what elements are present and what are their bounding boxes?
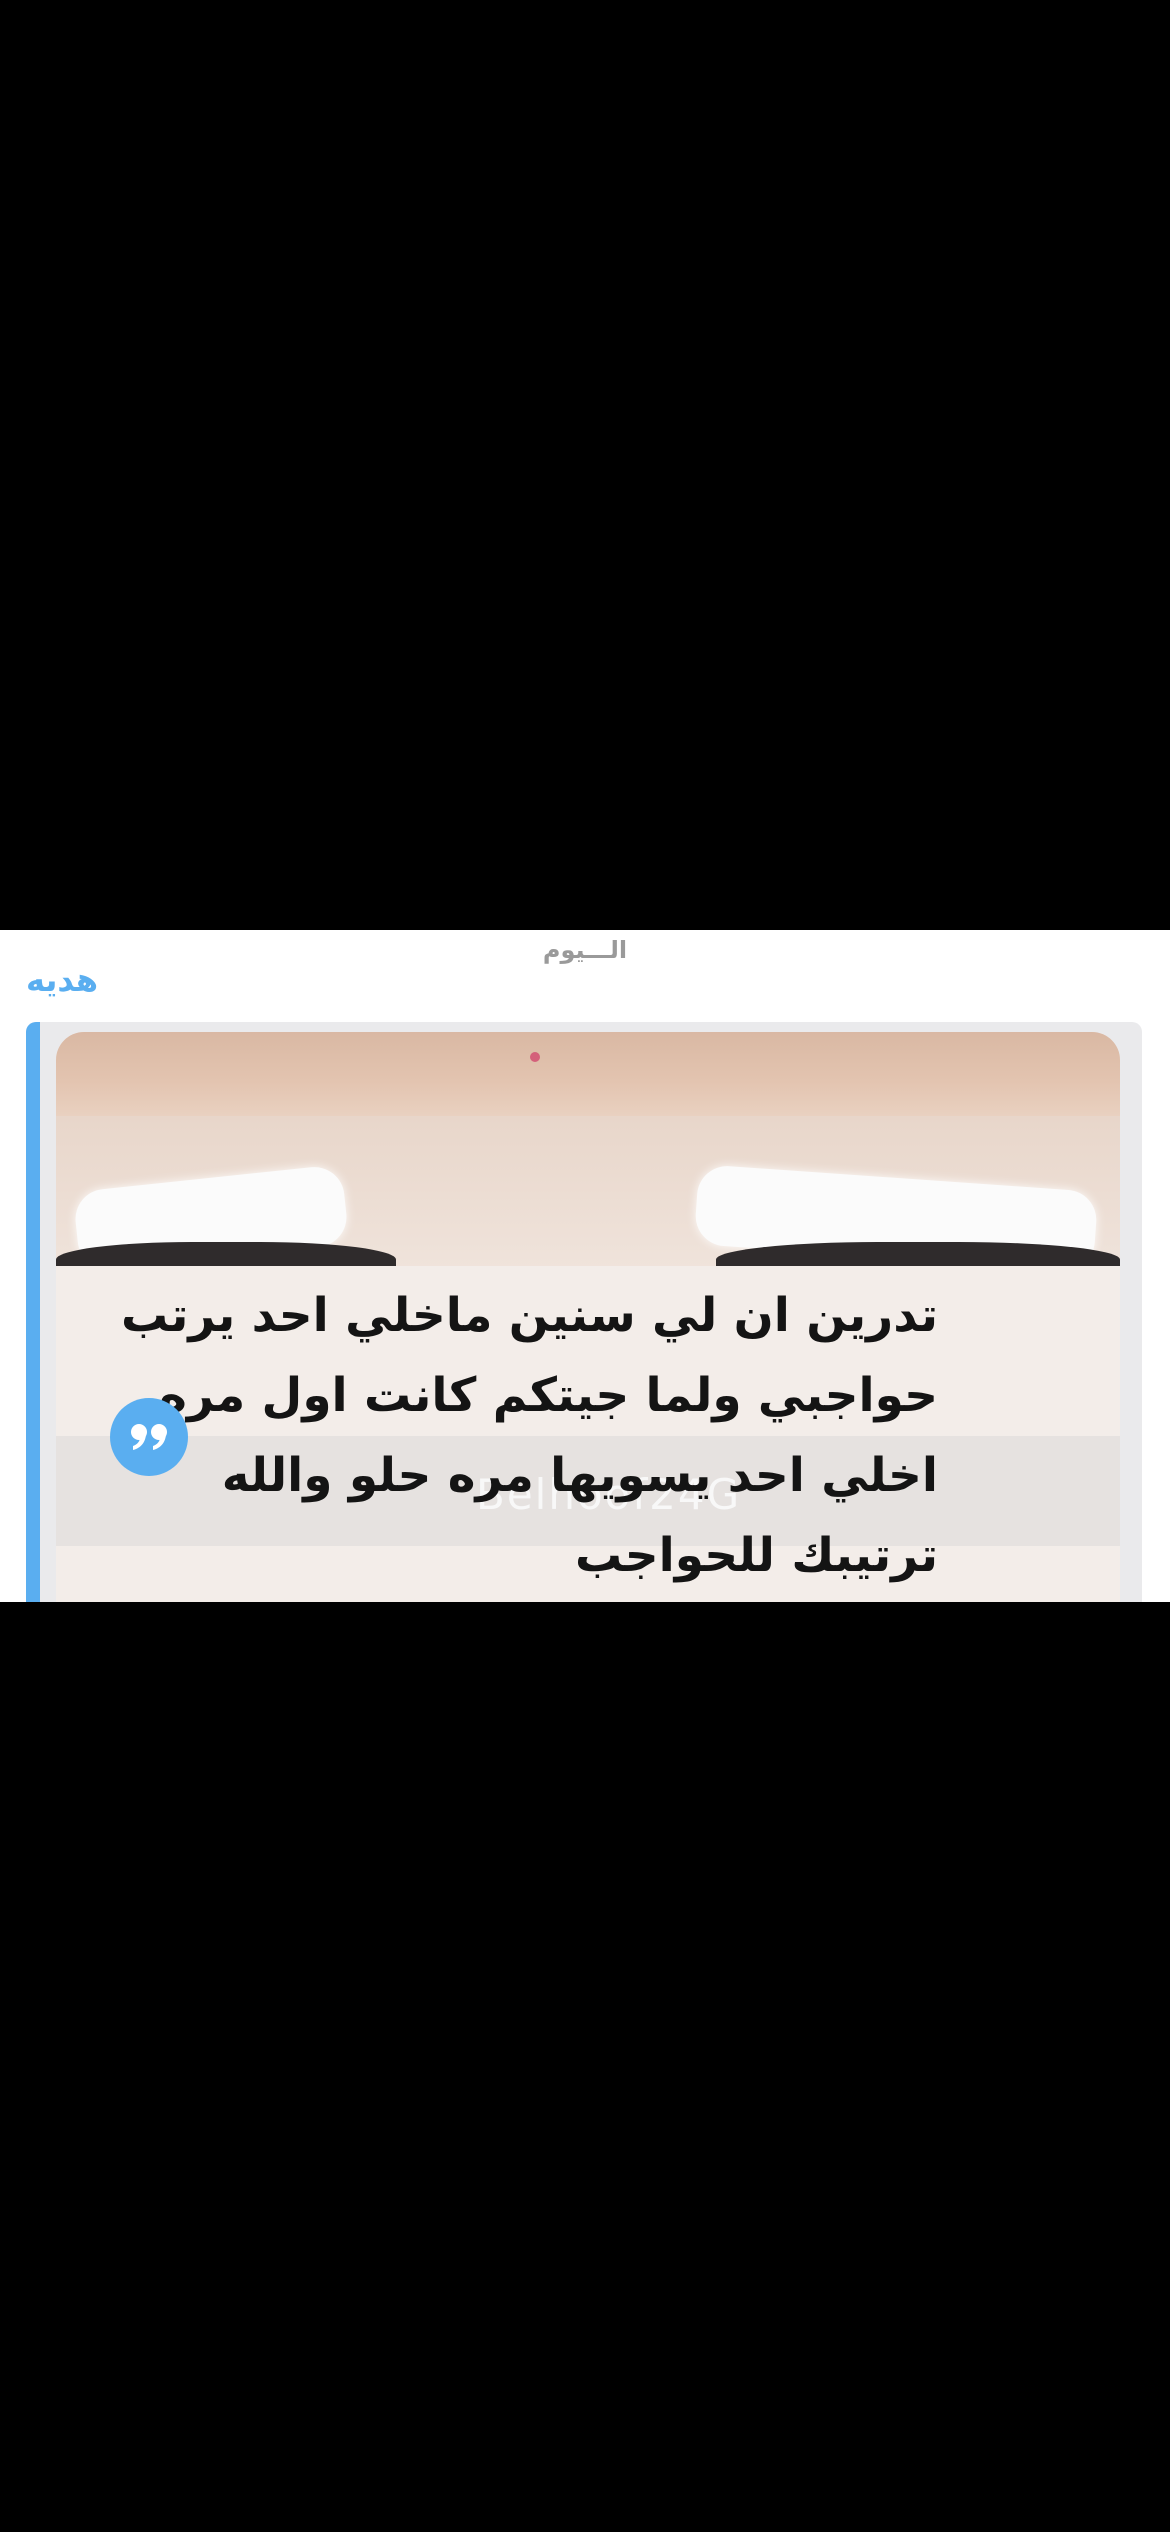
photo-forehead <box>56 1032 1120 1122</box>
sender-name[interactable]: هديه <box>26 960 98 1000</box>
quote-icon-glyph <box>131 1424 167 1450</box>
quote-icon <box>110 1398 188 1476</box>
top-black-area <box>0 0 1170 930</box>
date-divider: الـــيوم <box>542 936 628 964</box>
quote-text: تدرين ان لي سنين ماخلي احد يرتب حواجبي و… <box>120 1288 938 1583</box>
photo-blemish <box>530 1052 540 1062</box>
bottom-black-area <box>0 1602 1170 2532</box>
reply-accent-bar <box>26 1022 40 1602</box>
